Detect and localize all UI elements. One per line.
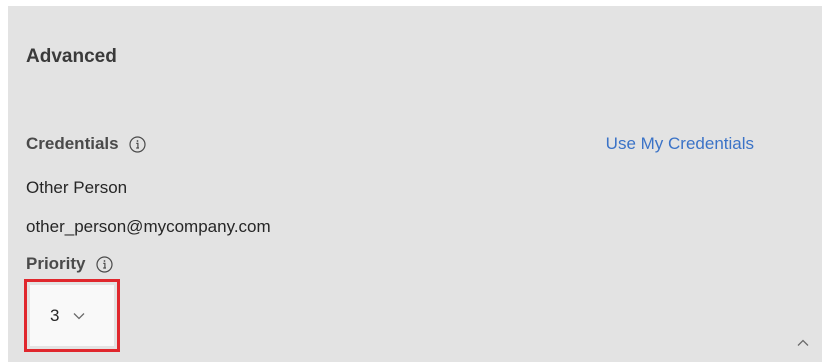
credentials-name: Other Person	[26, 178, 128, 197]
priority-value: 3	[50, 305, 60, 325]
chevron-down-icon	[73, 312, 85, 320]
info-circle-icon[interactable]	[95, 255, 113, 273]
credentials-label-row: Credentials	[26, 134, 146, 154]
priority-label-row: Priority	[26, 254, 113, 274]
use-my-credentials-link[interactable]: Use My Credentials	[606, 134, 754, 154]
chevron-up-icon[interactable]	[796, 338, 810, 348]
info-circle-icon[interactable]	[128, 135, 146, 153]
priority-label: Priority	[26, 254, 86, 273]
priority-select-highlight: 3	[24, 279, 120, 352]
section-title: Advanced	[26, 46, 117, 67]
priority-select[interactable]: 3	[30, 285, 114, 346]
advanced-panel: Advanced Credentials Use My Credentials …	[8, 6, 822, 362]
credentials-label: Credentials	[26, 134, 119, 153]
credentials-email: other_person@mycompany.com	[26, 217, 271, 236]
